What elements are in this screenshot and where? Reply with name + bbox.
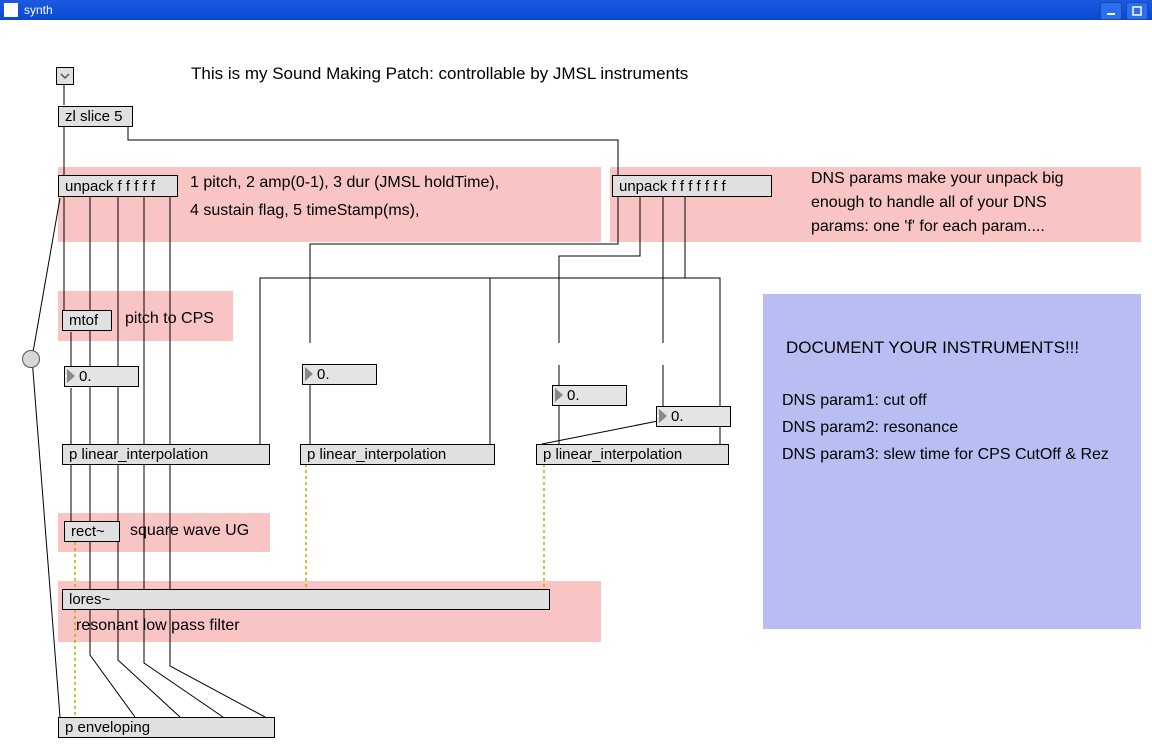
obj-text: p linear_interpolation <box>307 446 446 463</box>
outlet-object[interactable] <box>22 350 40 368</box>
window-titlebar: synth <box>0 0 1152 20</box>
comment-unpack-desc: 1 pitch, 2 amp(0-1), 3 dur (JMSL holdTim… <box>190 174 499 192</box>
comment-lores: resonant low pass filter <box>76 617 240 635</box>
obj-linear-1[interactable]: p linear_interpolation <box>62 444 270 465</box>
obj-text: p linear_interpolation <box>69 446 208 463</box>
obj-text: p linear_interpolation <box>543 446 682 463</box>
numbox-value: 0. <box>317 366 330 383</box>
comment-dns: DNS params make your unpack big <box>811 170 1064 188</box>
obj-linear-2[interactable]: p linear_interpolation <box>300 444 495 465</box>
obj-text: unpack f f f f f f f <box>619 178 726 195</box>
obj-rect[interactable]: rect~ <box>64 521 120 542</box>
minimize-button[interactable] <box>1100 2 1122 20</box>
numbox-value: 0. <box>79 368 92 385</box>
obj-mtof[interactable]: mtof <box>62 310 112 331</box>
numbox-n3[interactable]: 0. <box>656 406 731 427</box>
obj-text: p enveloping <box>65 719 150 736</box>
patch-title-comment: This is my Sound Making Patch: controlla… <box>191 64 688 84</box>
numbox-freq[interactable]: 0. <box>64 366 139 387</box>
inlet-object[interactable] <box>56 67 74 85</box>
numbox-n2[interactable]: 0. <box>552 385 627 406</box>
obj-zl-slice[interactable]: zl slice 5 <box>58 106 133 127</box>
comment-mtof: pitch to CPS <box>125 310 214 328</box>
obj-unpack-2[interactable]: unpack f f f f f f f <box>612 175 772 197</box>
obj-lores[interactable]: lores~ <box>62 589 550 610</box>
patch-cables <box>0 20 1152 746</box>
patcher-canvas[interactable]: DOCUMENT YOUR INSTRUMENTS!!! DNS param1:… <box>0 20 1152 746</box>
obj-text: lores~ <box>69 591 110 608</box>
obj-enveloping[interactable]: p enveloping <box>58 717 275 738</box>
obj-text: unpack f f f f f <box>65 178 155 195</box>
numbox-value: 0. <box>671 408 684 425</box>
obj-text: mtof <box>69 312 98 329</box>
obj-text: zl slice 5 <box>65 108 123 125</box>
numbox-value: 0. <box>567 387 580 404</box>
obj-unpack-1[interactable]: unpack f f f f f <box>58 175 178 197</box>
comment-dns: enough to handle all of your DNS <box>811 194 1047 212</box>
numbox-n1[interactable]: 0. <box>302 364 377 385</box>
obj-linear-3[interactable]: p linear_interpolation <box>536 444 729 465</box>
comment-unpack-desc: 4 sustain flag, 5 timeStamp(ms), <box>190 202 419 220</box>
maximize-button[interactable] <box>1126 2 1148 20</box>
comment-dns: params: one 'f' for each param.... <box>811 218 1045 236</box>
comment-rect: square wave UG <box>130 522 249 540</box>
app-icon <box>4 3 18 17</box>
obj-text: rect~ <box>71 523 105 540</box>
window-title: synth <box>24 3 53 17</box>
